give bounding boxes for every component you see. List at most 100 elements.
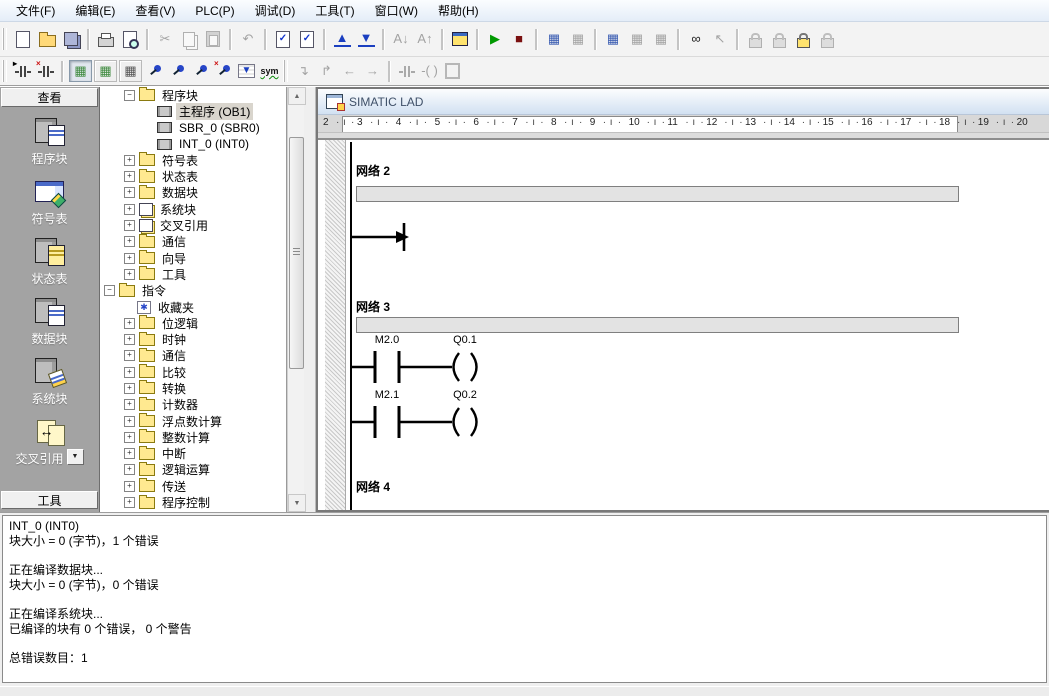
tree-item-24[interactable]: +传送 — [100, 478, 286, 494]
expand-expander[interactable]: + — [124, 318, 135, 329]
expand-expander[interactable]: + — [124, 464, 135, 475]
rung-1[interactable]: M2.0 Q0.1 — [351, 330, 591, 388]
view-pou-comments[interactable]: ▦ — [69, 60, 92, 82]
menu-view[interactable]: 查看(V) — [125, 0, 185, 21]
tree-item-13[interactable]: ✱收藏夹 — [100, 299, 286, 315]
compile[interactable]: ✓ — [271, 27, 295, 51]
tree-item-16[interactable]: +通信 — [100, 348, 286, 364]
tree-item-6[interactable]: +数据块 — [100, 185, 286, 201]
sidebar-item-4[interactable]: 数据块 — [0, 298, 99, 347]
expand-expander[interactable]: + — [124, 448, 135, 459]
tree-item-1[interactable]: 主程序 (OB1) — [100, 103, 286, 119]
menu-tools[interactable]: 工具(T) — [305, 0, 364, 21]
apply-symbols[interactable]: ▼ — [235, 60, 258, 82]
network-3-label[interactable]: 网络 3 — [356, 298, 390, 315]
tree-item-8[interactable]: +交叉引用 — [100, 217, 286, 233]
tree-item-17[interactable]: +比较 — [100, 364, 286, 380]
menu-window[interactable]: 窗口(W) — [365, 0, 428, 21]
menu-debug[interactable]: 调试(D) — [245, 0, 306, 21]
network-2-comment[interactable] — [356, 186, 959, 202]
sidebar-item-2[interactable]: 符号表 — [0, 178, 99, 227]
tree-item-11[interactable]: +工具 — [100, 266, 286, 282]
expand-expander[interactable]: + — [124, 367, 135, 378]
delete-network[interactable]: × — [34, 60, 57, 82]
sidebar-more-button[interactable]: ▼ — [67, 449, 84, 465]
tree-item-3[interactable]: INT_0 (INT0) — [100, 136, 286, 152]
download[interactable]: ▼ — [354, 27, 378, 51]
tree-item-18[interactable]: +转换 — [100, 380, 286, 396]
open-branch-arrow[interactable] — [351, 223, 421, 256]
tree-item-4[interactable]: +符号表 — [100, 152, 286, 168]
tree-item-12[interactable]: −指令 — [100, 283, 286, 299]
options[interactable] — [448, 27, 472, 51]
expand-expander[interactable]: + — [124, 171, 135, 182]
clear-bookmarks[interactable]: × — [212, 60, 235, 82]
tools-bar-header[interactable]: 工具 — [1, 491, 98, 509]
tree-item-21[interactable]: +整数计算 — [100, 429, 286, 445]
scroll-up-arrow[interactable]: ▲ — [288, 87, 306, 105]
expand-expander[interactable]: + — [124, 187, 135, 198]
run-mode[interactable]: ▶ — [483, 27, 507, 51]
new-file[interactable] — [11, 27, 35, 51]
scroll-down-arrow[interactable]: ▼ — [288, 494, 306, 512]
insert-network[interactable]: ▸ — [11, 60, 34, 82]
expand-expander[interactable]: + — [124, 269, 135, 280]
previous-bookmark[interactable] — [189, 60, 212, 82]
upload[interactable]: ▲ — [330, 27, 354, 51]
print-preview[interactable] — [118, 27, 142, 51]
expand-expander[interactable]: + — [124, 383, 135, 394]
tree-scrollbar[interactable]: ▲ ▼ — [287, 87, 304, 512]
sidebar-item-5[interactable]: 系统块 — [0, 358, 99, 407]
expand-expander[interactable]: + — [124, 236, 135, 247]
tree-item-23[interactable]: +逻辑运算 — [100, 462, 286, 478]
network-2-label[interactable]: 网络 2 — [356, 162, 390, 179]
pane-splitter[interactable] — [304, 87, 316, 512]
scrollbar-thumb[interactable] — [289, 137, 304, 369]
tree-item-19[interactable]: +计数器 — [100, 397, 286, 413]
expand-expander[interactable]: + — [124, 399, 135, 410]
expand-expander[interactable]: + — [124, 432, 135, 443]
expand-expander[interactable]: + — [124, 204, 135, 215]
toggle-bookmark[interactable] — [143, 60, 166, 82]
stop-mode[interactable]: ■ — [507, 27, 531, 51]
symbolic-addressing[interactable]: sym — [258, 60, 281, 82]
menu-file[interactable]: 文件(F) — [6, 0, 65, 21]
chart-status[interactable]: ▦ — [601, 27, 625, 51]
tree-item-15[interactable]: +时钟 — [100, 331, 286, 347]
view-bar-header[interactable]: 查看 — [1, 88, 98, 107]
tree-item-14[interactable]: +位逻辑 — [100, 315, 286, 331]
view-network-comments[interactable]: ▦ — [94, 60, 117, 82]
open-file[interactable] — [35, 27, 59, 51]
rung-2[interactable]: M2.1 Q0.2 — [351, 385, 591, 443]
expand-expander[interactable]: + — [124, 416, 135, 427]
print[interactable] — [94, 27, 118, 51]
view-symbol-info-table[interactable]: ▦ — [119, 60, 142, 82]
program-status[interactable]: ▦ — [542, 27, 566, 51]
lock-privilege[interactable] — [791, 27, 815, 51]
tree-item-22[interactable]: +中断 — [100, 446, 286, 462]
expand-expander[interactable]: + — [124, 334, 135, 345]
tree-item-0[interactable]: −程序块 — [100, 87, 286, 103]
next-bookmark[interactable] — [166, 60, 189, 82]
network-4-label[interactable]: 网络 4 — [356, 478, 390, 495]
tree-item-9[interactable]: +通信 — [100, 234, 286, 250]
menu-edit[interactable]: 编辑(E) — [65, 0, 125, 21]
tree-item-5[interactable]: +状态表 — [100, 168, 286, 184]
tree-item-25[interactable]: +程序控制 — [100, 494, 286, 510]
tree-item-20[interactable]: +浮点数计算 — [100, 413, 286, 429]
collapse-expander[interactable]: − — [124, 90, 135, 101]
expand-expander[interactable]: + — [124, 155, 135, 166]
tree-item-7[interactable]: +系统块 — [100, 201, 286, 217]
sidebar-item-6[interactable]: ↔交叉引用▼ — [0, 418, 99, 467]
expand-expander[interactable]: + — [124, 350, 135, 361]
compile-output[interactable]: INT_0 (INT0)块大小 = 0 (字节)，1 个错误 正在编译数据块..… — [2, 515, 1047, 683]
sidebar-item-3[interactable]: 状态表 — [0, 238, 99, 287]
view-status-glasses[interactable]: ∞ — [684, 27, 708, 51]
collapse-expander[interactable]: − — [104, 285, 115, 296]
menu-help[interactable]: 帮助(H) — [428, 0, 489, 21]
lad-canvas[interactable]: 网络 2 网络 3 M2.0 Q0.1 — [318, 140, 1049, 510]
expand-expander[interactable]: + — [124, 220, 135, 231]
tree-item-10[interactable]: +向导 — [100, 250, 286, 266]
sidebar-item-1[interactable]: 程序块 — [0, 118, 99, 167]
expand-expander[interactable]: + — [124, 481, 135, 492]
